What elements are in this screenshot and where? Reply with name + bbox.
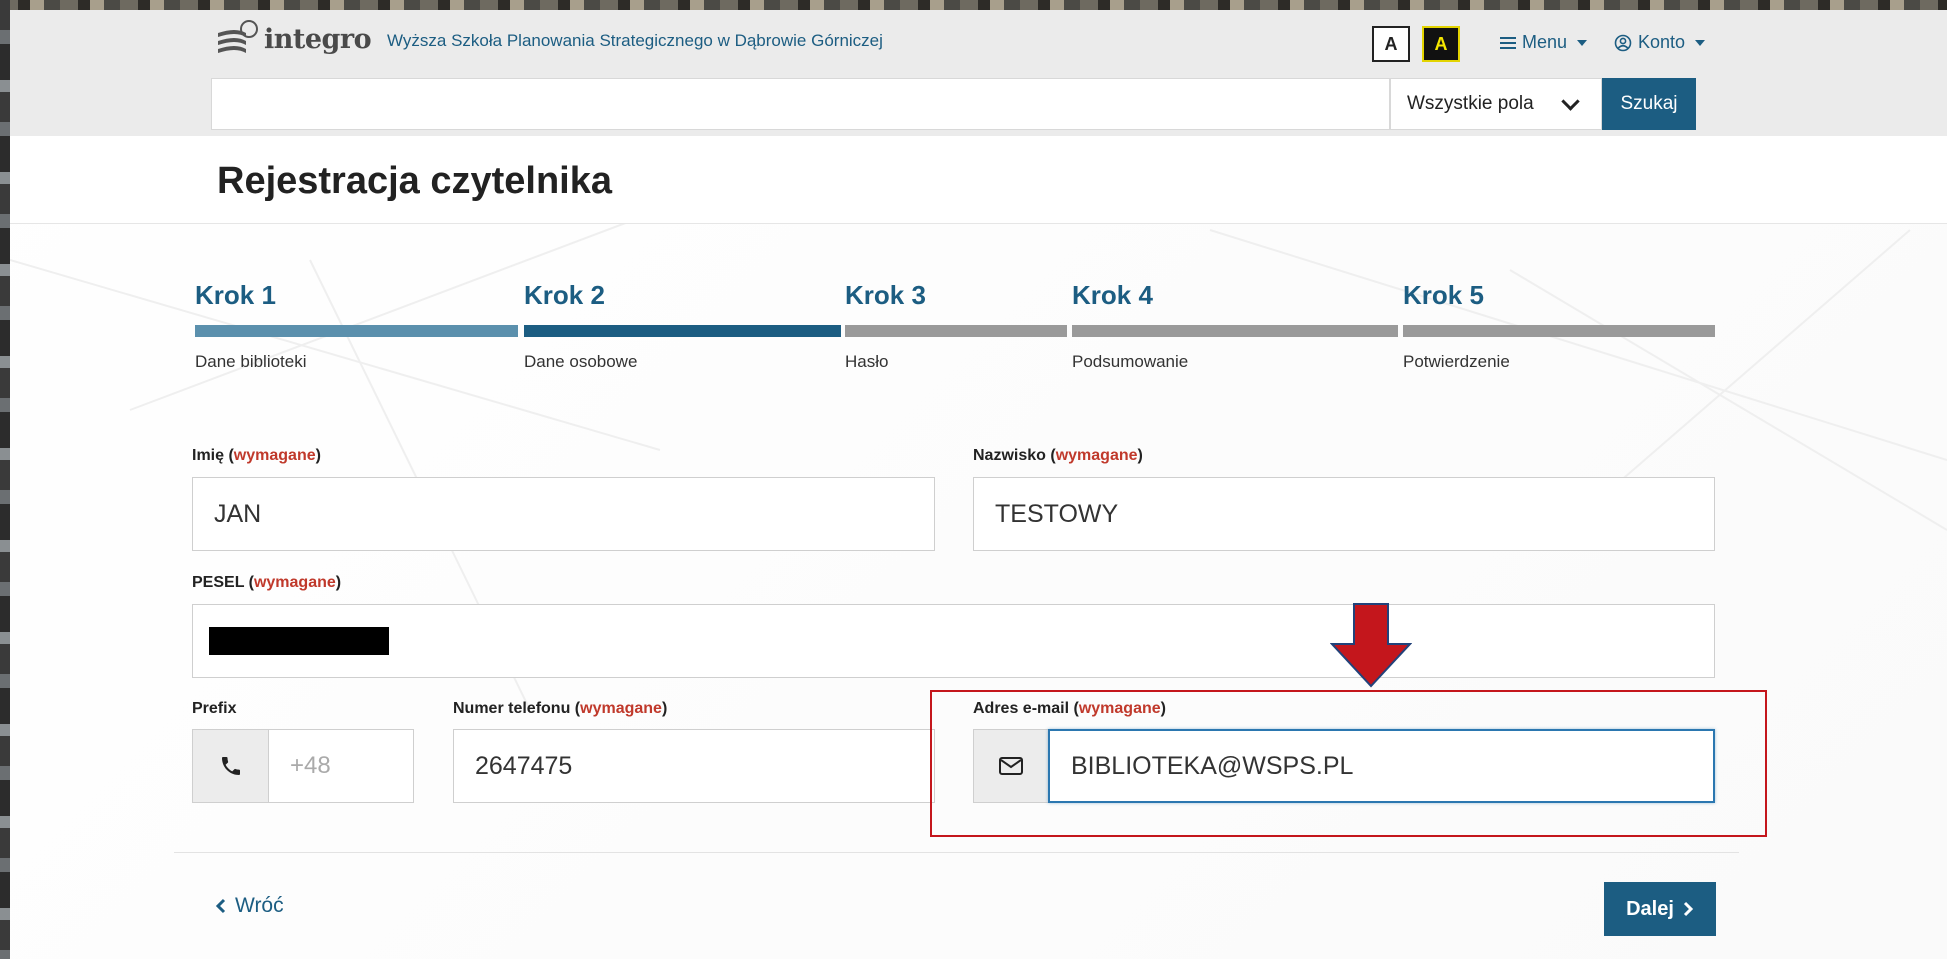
step-progress-bar: [845, 325, 1067, 337]
next-label: Dalej: [1626, 897, 1674, 920]
back-button[interactable]: Wróć: [215, 894, 284, 918]
step-label: Krok 4: [1072, 280, 1153, 310]
title-band: Rejestracja czytelnika: [10, 136, 1947, 224]
divider: [174, 852, 1739, 853]
phone-label: Numer telefonu (wymagane): [453, 700, 668, 717]
chevron-left-icon: [215, 898, 226, 914]
step-progress-bar: [524, 325, 841, 337]
annotation-highlight-box: [930, 690, 1767, 837]
step-description: Dane osobowe: [524, 352, 638, 371]
menu-label: Menu: [1522, 32, 1568, 52]
last-name-field[interactable]: TESTOWY: [973, 477, 1715, 551]
required-marker: wymagane: [580, 700, 662, 717]
institution-name[interactable]: Wyższa Szkoła Planowania Strategicznego …: [387, 31, 883, 51]
page-title: Rejestracja czytelnika: [217, 160, 613, 202]
annotation-arrow-icon: [1330, 603, 1412, 688]
background-strip-top: [0, 0, 1947, 10]
search-input[interactable]: [211, 78, 1390, 130]
phone-addon: [192, 729, 269, 803]
required-marker: wymagane: [233, 447, 316, 464]
required-marker: wymagane: [1055, 447, 1138, 464]
menu-dropdown[interactable]: Menu: [1500, 32, 1588, 53]
pesel-label: PESEL (wymagane): [192, 574, 342, 591]
logo-icon: [218, 20, 258, 53]
user-circle-icon: [1614, 34, 1632, 51]
step-1: Krok 1 Dane biblioteki: [195, 280, 518, 371]
step-progress-bar: [195, 325, 518, 337]
search-button[interactable]: Szukaj: [1602, 78, 1696, 130]
caret-down-icon: [1695, 39, 1706, 46]
step-5: Krok 5 Potwierdzenie: [1403, 280, 1715, 371]
step-progress-bar: [1403, 325, 1715, 337]
phone-field[interactable]: 2647475: [453, 729, 935, 803]
account-label: Konto: [1638, 32, 1686, 52]
step-description: Dane biblioteki: [195, 352, 307, 371]
phone-icon: [221, 757, 240, 775]
page: integro Wyższa Szkoła Planowania Strateg…: [10, 10, 1947, 959]
contrast-normal-button[interactable]: A: [1372, 26, 1410, 62]
search-scope-value: Wszystkie pola: [1407, 93, 1534, 114]
caret-down-icon: [1577, 39, 1588, 46]
step-description: Podsumowanie: [1072, 352, 1189, 371]
pesel-field[interactable]: [192, 604, 1715, 678]
step-label: Krok 1: [195, 280, 276, 310]
step-4: Krok 4 Podsumowanie: [1072, 280, 1398, 371]
search-bar: Wszystkie pola Szukaj: [10, 76, 1947, 136]
step-3: Krok 3 Hasło: [845, 280, 1067, 371]
prefix-field[interactable]: +48: [268, 729, 414, 803]
step-label: Krok 2: [524, 280, 605, 310]
redacted-value: [209, 627, 389, 655]
search-scope-select[interactable]: Wszystkie pola: [1390, 78, 1602, 130]
last-name-label: Nazwisko (wymagane): [973, 447, 1143, 464]
contrast-high-button[interactable]: A: [1422, 26, 1460, 62]
first-name-field[interactable]: JAN: [192, 477, 935, 551]
step-2: Krok 2 Dane osobowe: [524, 280, 841, 371]
step-description: Hasło: [845, 352, 889, 371]
chevron-right-icon: [1683, 901, 1694, 917]
step-progress-bar: [1072, 325, 1398, 337]
step-description: Potwierdzenie: [1403, 352, 1510, 371]
logo[interactable]: integro: [216, 19, 372, 59]
required-marker: wymagane: [253, 574, 336, 591]
next-button[interactable]: Dalej: [1604, 882, 1716, 936]
back-label: Wróć: [235, 894, 284, 917]
account-dropdown[interactable]: Konto: [1614, 32, 1706, 53]
chevron-down-icon: [1561, 92, 1580, 111]
top-header: integro Wyższa Szkoła Planowania Strateg…: [10, 10, 1947, 76]
step-label: Krok 5: [1403, 280, 1484, 310]
hamburger-icon: [1500, 36, 1516, 49]
logo-text: integro: [264, 23, 372, 55]
prefix-label: Prefix: [192, 700, 237, 717]
first-name-label: Imię (wymagane): [192, 447, 321, 464]
background-strip-left: [0, 0, 10, 959]
step-label: Krok 3: [845, 280, 926, 310]
